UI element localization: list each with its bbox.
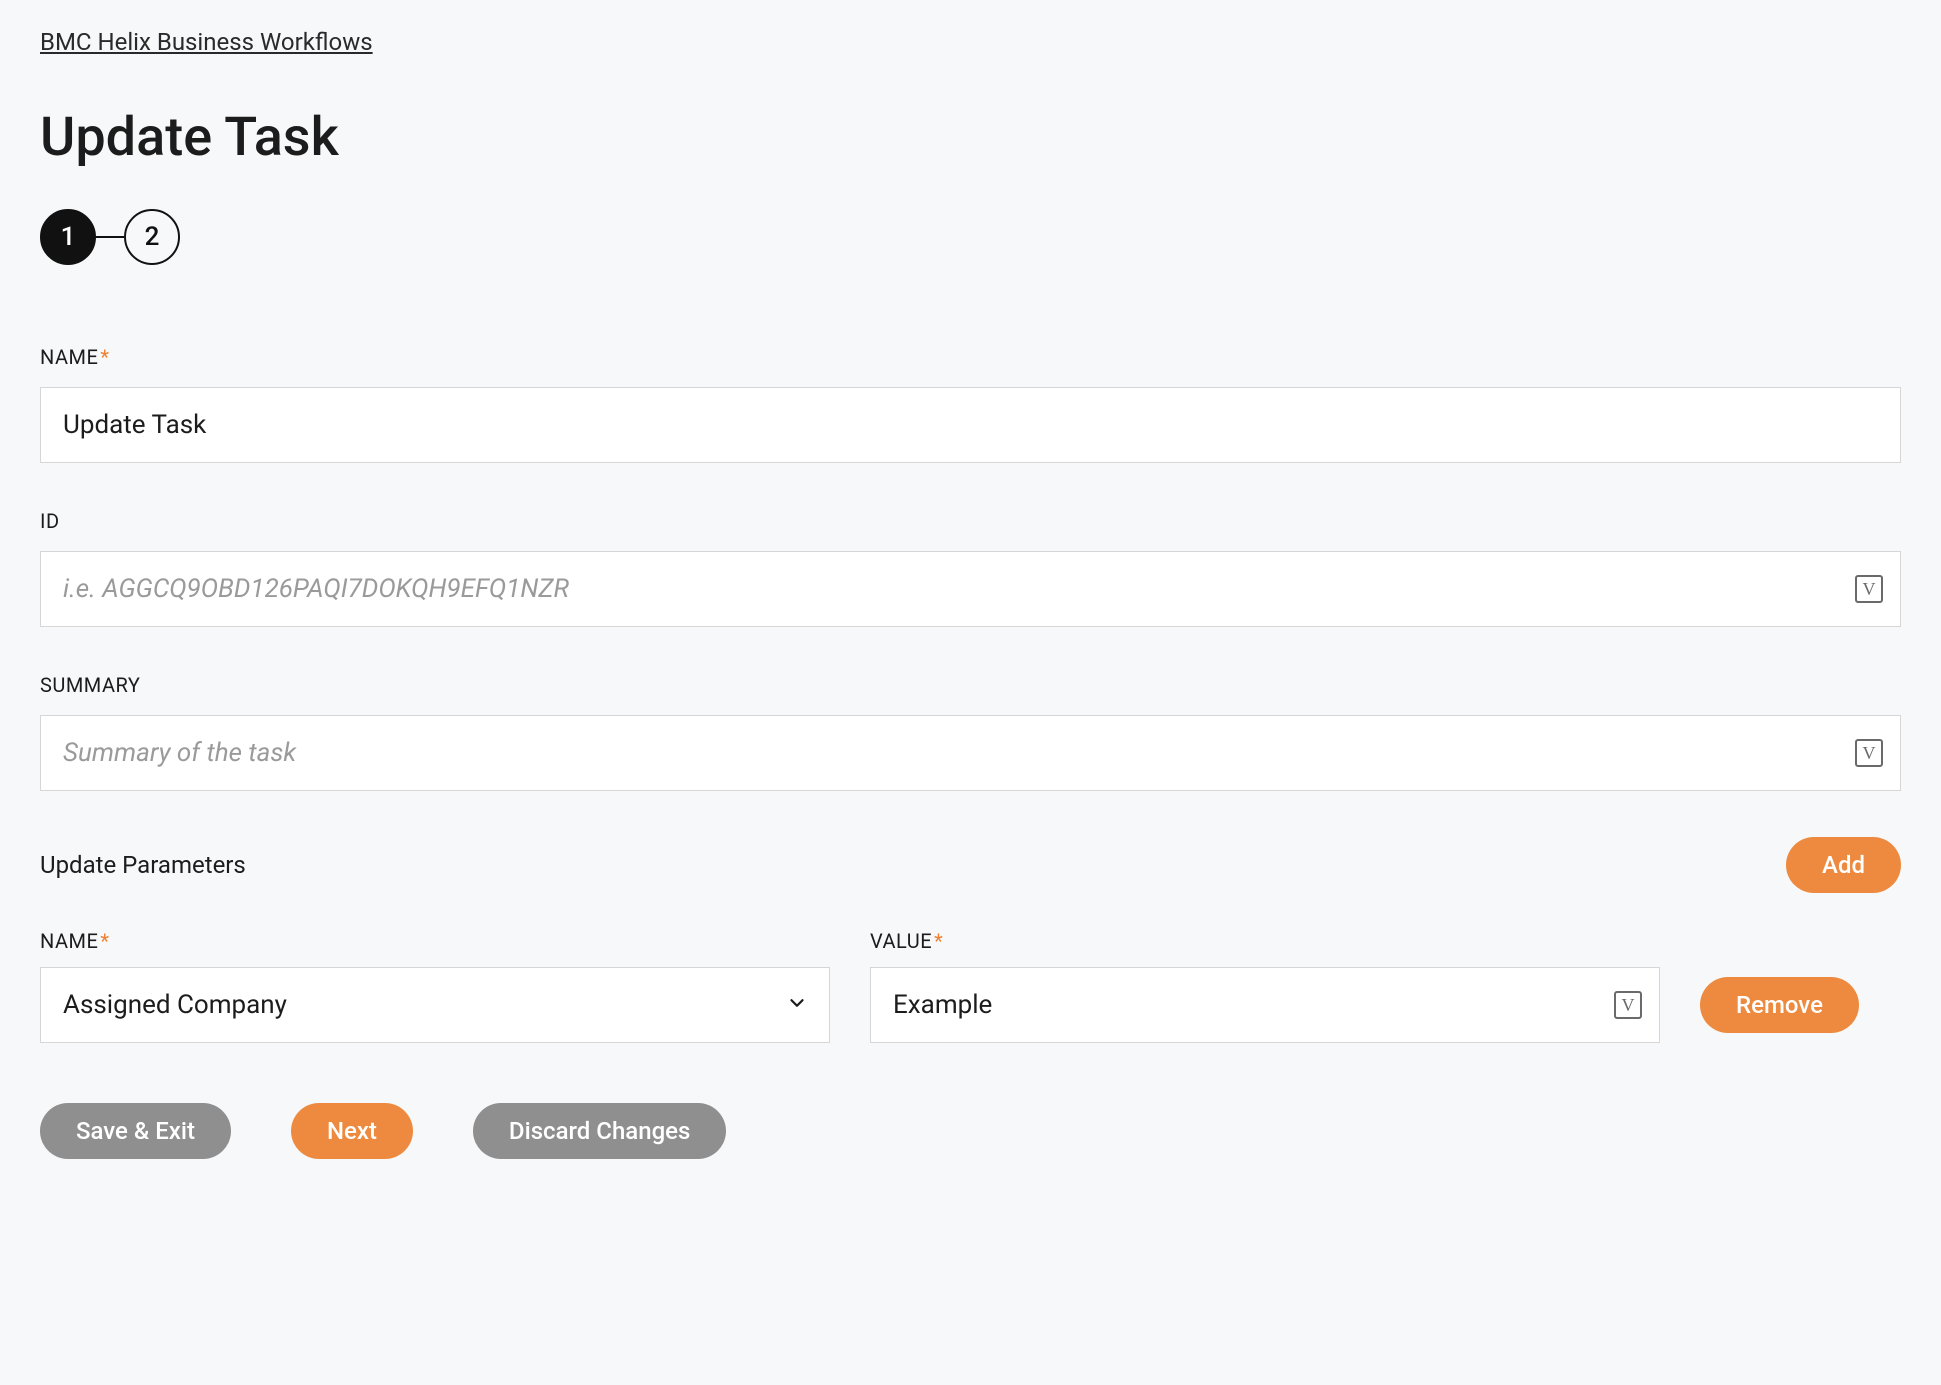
variable-icon[interactable]: V [1614,991,1642,1019]
step-1[interactable]: 1 [40,209,96,265]
next-button[interactable]: Next [291,1103,413,1159]
param-name-select[interactable] [40,967,830,1043]
discard-changes-button[interactable]: Discard Changes [473,1103,726,1159]
parameter-row: NAME* VALUE* V Remove [40,929,1901,1043]
add-parameter-button[interactable]: Add [1786,837,1901,893]
update-parameters-label: Update Parameters [40,851,246,879]
stepper: 1 2 [40,209,1901,265]
step-2[interactable]: 2 [124,209,180,265]
param-name-label: NAME* [40,929,830,953]
required-asterisk: * [100,345,109,369]
param-value-input[interactable] [870,967,1660,1043]
required-asterisk: * [100,929,109,953]
summary-field-label: SUMMARY [40,673,1901,697]
name-field-label: NAME* [40,345,1901,369]
required-asterisk: * [934,929,943,953]
variable-icon[interactable]: V [1855,575,1883,603]
id-input[interactable] [40,551,1901,627]
step-connector [96,236,124,238]
breadcrumb-link[interactable]: BMC Helix Business Workflows [40,28,373,56]
name-input[interactable] [40,387,1901,463]
page-title: Update Task [40,106,1901,169]
param-value-label: VALUE* [870,929,1660,953]
id-field-label: ID [40,509,1901,533]
variable-icon[interactable]: V [1855,739,1883,767]
save-exit-button[interactable]: Save & Exit [40,1103,231,1159]
remove-parameter-button[interactable]: Remove [1700,977,1859,1033]
summary-input[interactable] [40,715,1901,791]
